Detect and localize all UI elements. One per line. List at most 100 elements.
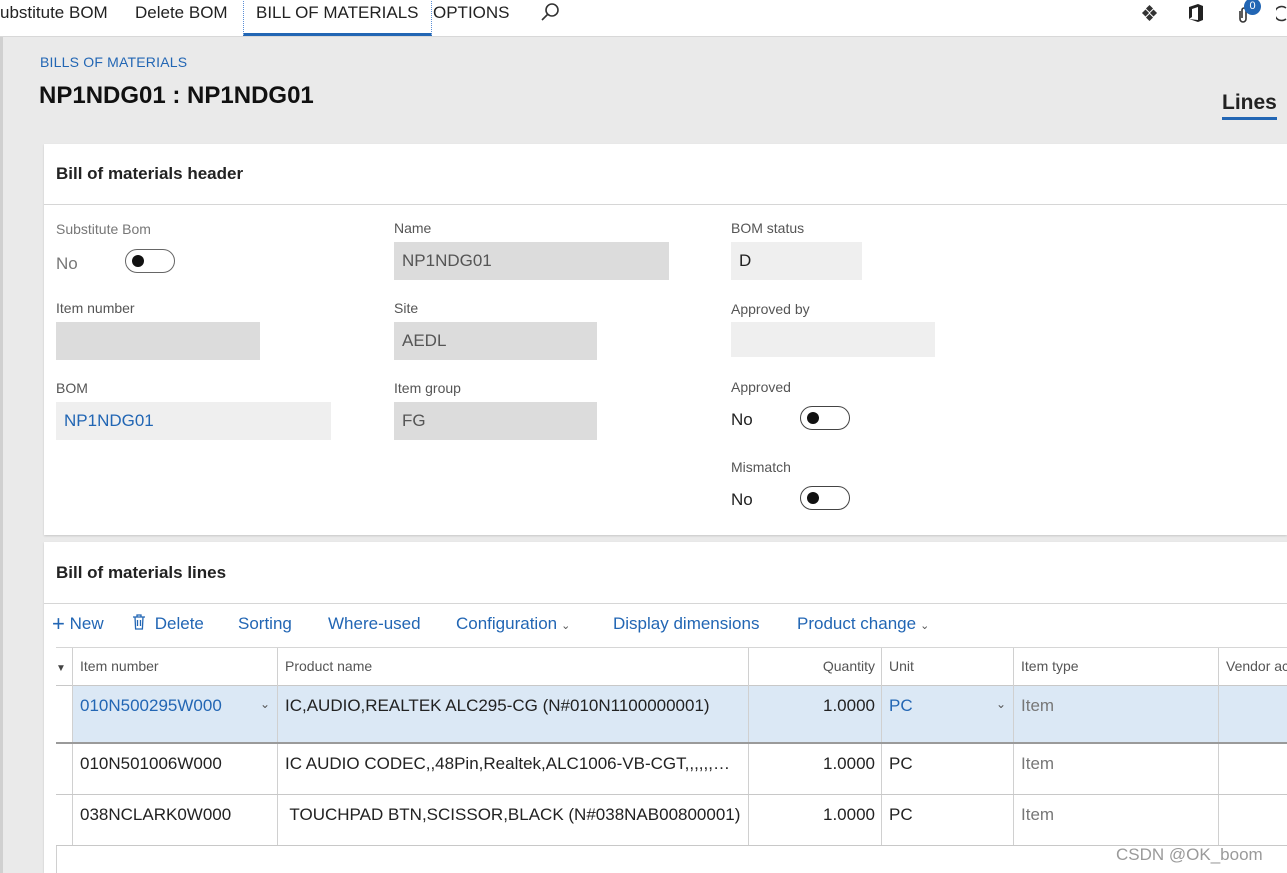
substitute-bom-toggle[interactable] xyxy=(125,249,175,273)
site-label: Site xyxy=(394,300,419,316)
where-used-button[interactable]: Where-used xyxy=(328,614,421,634)
notification-badge: 0 xyxy=(1244,0,1261,15)
table-row[interactable]: 010N501006W000 IC AUDIO CODEC,,48Pin,Rea… xyxy=(56,744,1287,795)
column-header-product-name[interactable]: Product name xyxy=(277,648,749,686)
unit-value: PC xyxy=(889,696,913,715)
approved-by-field[interactable] xyxy=(731,322,935,357)
vendor-account-cell[interactable] xyxy=(1218,744,1287,794)
toggle-knob xyxy=(807,492,819,504)
breadcrumb[interactable]: BILLS OF MATERIALS xyxy=(40,54,187,70)
grid-left-border xyxy=(56,846,57,873)
unit-cell[interactable]: PC xyxy=(881,744,1014,794)
bom-lines-panel-header[interactable]: Bill of materials lines xyxy=(44,542,1287,604)
tab-lines[interactable]: Lines xyxy=(1222,91,1277,120)
item-number-cell[interactable]: 010N501006W000 xyxy=(72,744,278,794)
table-row[interactable]: 010N500295W000 ⌄ IC,AUDIO,REALTEK ALC295… xyxy=(56,686,1287,744)
column-header-unit[interactable]: Unit xyxy=(881,648,1014,686)
left-strip xyxy=(0,37,3,873)
toggle-knob xyxy=(807,412,819,424)
bom-status-label: BOM status xyxy=(731,220,805,236)
new-label: New xyxy=(69,614,104,633)
apps-icon[interactable] xyxy=(1141,4,1159,27)
bom-lines-title: Bill of materials lines xyxy=(56,563,227,582)
bom-label: BOM xyxy=(56,380,88,396)
plus-icon: + xyxy=(52,611,65,636)
refresh-icon[interactable] xyxy=(1273,4,1287,27)
name-field[interactable]: NP1NDG01 xyxy=(394,242,669,280)
quantity-cell[interactable]: 1.0000 xyxy=(748,686,882,742)
row-selector[interactable] xyxy=(56,744,72,794)
bom-header-panel-header[interactable]: Bill of materials header xyxy=(44,144,1287,205)
chevron-down-icon: ⌄ xyxy=(920,620,930,632)
vendor-account-cell[interactable] xyxy=(1218,795,1287,845)
watermark: CSDN @OK_boom xyxy=(1116,845,1263,864)
item-group-field[interactable]: FG xyxy=(394,402,597,440)
item-number-cell[interactable]: 010N500295W000 ⌄ xyxy=(72,686,278,742)
bom-field[interactable]: NP1NDG01 xyxy=(56,402,331,440)
office-icon[interactable] xyxy=(1187,3,1205,28)
configuration-label: Configuration xyxy=(456,614,558,633)
page-title: NP1NDG01 : NP1NDG01 xyxy=(39,82,314,109)
item-number-value: 010N500295W000 xyxy=(80,696,222,715)
item-type-cell[interactable]: Item xyxy=(1013,744,1219,794)
item-type-cell[interactable]: Item xyxy=(1013,795,1219,845)
quantity-cell[interactable]: 1.0000 xyxy=(748,795,882,845)
substitute-bom-value: No xyxy=(56,254,78,273)
bom-lines-grid: ▼ Item number Product name Quantity Unit… xyxy=(56,647,1287,873)
item-group-label: Item group xyxy=(394,380,461,396)
column-header-vendor-account[interactable]: Vendor ac xyxy=(1218,648,1287,686)
item-number-label: Item number xyxy=(56,300,135,316)
delete-label: Delete xyxy=(154,614,204,633)
mismatch-toggle[interactable] xyxy=(800,486,850,510)
product-change-label: Product change xyxy=(797,614,917,633)
tab-bill-of-materials[interactable]: BILL OF MATERIALS xyxy=(243,0,432,36)
item-number-field[interactable] xyxy=(56,322,260,360)
substitute-bom-label: Substitute Bom xyxy=(56,221,151,237)
grid-header-row: ▼ Item number Product name Quantity Unit… xyxy=(56,647,1287,686)
column-header-item-type[interactable]: Item type xyxy=(1013,648,1219,686)
row-selector[interactable] xyxy=(56,795,72,845)
filter-icon: ▼ xyxy=(56,663,66,674)
mismatch-label: Mismatch xyxy=(731,459,791,475)
unit-cell[interactable]: PC ⌄ xyxy=(881,686,1014,742)
bom-header-panel: Bill of materials header Substitute Bom … xyxy=(44,144,1287,535)
sorting-button[interactable]: Sorting xyxy=(238,614,292,634)
approved-label: Approved xyxy=(731,379,791,395)
mismatch-value: No xyxy=(731,490,753,509)
product-name-cell[interactable]: IC AUDIO CODEC,,48Pin,Realtek,ALC1006-VB… xyxy=(277,744,749,794)
item-number-cell[interactable]: 038NCLARK0W000 xyxy=(72,795,278,845)
product-change-menu[interactable]: Product change ⌄ xyxy=(797,614,929,634)
approved-value: No xyxy=(731,410,753,429)
table-row[interactable]: 038NCLARK0W000 TOUCHPAD BTN,SCISSOR,BLAC… xyxy=(56,795,1287,846)
new-button[interactable]: + New xyxy=(52,611,104,636)
item-type-cell[interactable]: Item xyxy=(1013,686,1219,742)
trash-icon xyxy=(132,614,151,633)
delete-button[interactable]: Delete xyxy=(132,614,204,634)
approved-toggle[interactable] xyxy=(800,406,850,430)
product-name-cell[interactable]: TOUCHPAD BTN,SCISSOR,BLACK (N#038NAB0080… xyxy=(277,795,749,845)
display-dimensions-button[interactable]: Display dimensions xyxy=(613,614,759,634)
toggle-knob xyxy=(132,255,144,267)
vendor-account-cell[interactable] xyxy=(1218,686,1287,742)
approved-by-label: Approved by xyxy=(731,301,810,317)
bom-status-field[interactable]: D xyxy=(731,242,862,280)
column-header-quantity[interactable]: Quantity xyxy=(748,648,882,686)
tab-options[interactable]: OPTIONS xyxy=(433,0,510,36)
delete-bom-button[interactable]: Delete BOM xyxy=(135,0,228,36)
configuration-menu[interactable]: Configuration ⌄ xyxy=(456,614,570,634)
chevron-down-icon: ⌄ xyxy=(561,620,571,632)
column-header-item-number[interactable]: Item number xyxy=(72,648,278,686)
row-select-column[interactable]: ▼ xyxy=(56,648,72,686)
search-icon[interactable] xyxy=(540,2,560,27)
chevron-down-icon[interactable]: ⌄ xyxy=(260,697,270,711)
product-name-cell[interactable]: IC,AUDIO,REALTEK ALC295-CG (N#010N110000… xyxy=(277,686,749,742)
bom-header-title: Bill of materials header xyxy=(56,164,244,183)
unit-cell[interactable]: PC xyxy=(881,795,1014,845)
action-pane: ubstitute BOM Delete BOM BILL OF MATERIA… xyxy=(0,0,1287,37)
row-selector[interactable] xyxy=(56,686,72,742)
quantity-cell[interactable]: 1.0000 xyxy=(748,744,882,794)
substitute-bom-button[interactable]: ubstitute BOM xyxy=(0,0,108,36)
name-label: Name xyxy=(394,220,432,236)
site-field[interactable]: AEDL xyxy=(394,322,597,360)
chevron-down-icon[interactable]: ⌄ xyxy=(996,697,1006,711)
